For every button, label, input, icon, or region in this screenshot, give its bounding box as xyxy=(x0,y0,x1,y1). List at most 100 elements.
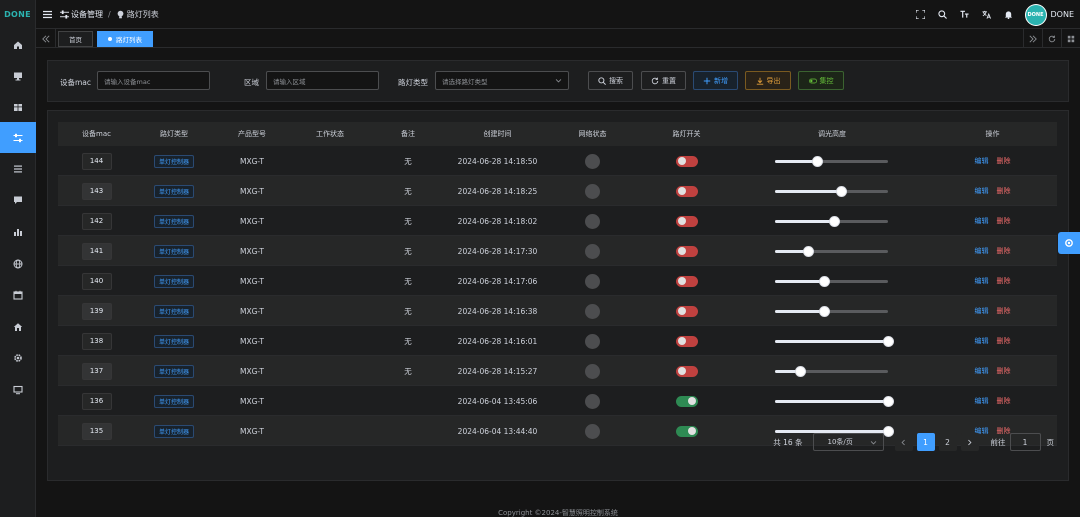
next-page-button[interactable] xyxy=(960,433,979,451)
cell-type: 单灯控制器 xyxy=(135,146,213,176)
sidebar-item-bar-chart[interactable] xyxy=(0,216,36,247)
lamp-switch-toggle[interactable] xyxy=(675,395,698,407)
delete-link[interactable]: 删除 xyxy=(997,156,1011,166)
lamp-switch-toggle[interactable] xyxy=(675,365,698,377)
dimming-slider[interactable] xyxy=(775,156,888,167)
delete-link[interactable]: 删除 xyxy=(997,336,1011,346)
type-select[interactable]: 请选择路灯类型 xyxy=(435,71,569,90)
delete-link[interactable]: 删除 xyxy=(997,246,1011,256)
lamp-switch-toggle[interactable] xyxy=(675,185,698,197)
delete-link[interactable]: 删除 xyxy=(997,306,1011,316)
tabs-scroll-left-icon[interactable] xyxy=(36,29,56,48)
dimming-slider-thumb[interactable] xyxy=(818,276,830,287)
dimming-slider[interactable] xyxy=(775,246,888,257)
mac-input[interactable]: 请输入设备mac xyxy=(97,71,210,90)
sidebar-item-gear[interactable] xyxy=(0,342,36,373)
edit-link[interactable]: 编辑 xyxy=(975,156,989,166)
sidebar-item-house[interactable] xyxy=(0,311,36,342)
search-icon xyxy=(598,76,606,85)
area-input[interactable]: 请输入区域 xyxy=(266,71,379,90)
dimming-slider[interactable] xyxy=(775,306,888,317)
delete-link[interactable]: 删除 xyxy=(997,396,1011,406)
cell-remark: 无 xyxy=(404,186,412,196)
dimming-slider-thumb[interactable] xyxy=(794,366,806,377)
goto-page-input[interactable]: 1 xyxy=(1009,433,1041,451)
dimming-slider-thumb[interactable] xyxy=(811,156,823,167)
edit-link[interactable]: 编辑 xyxy=(975,186,989,196)
dimming-slider-thumb[interactable] xyxy=(883,396,894,407)
sidebar-item-message[interactable] xyxy=(0,184,36,215)
dimming-slider-thumb[interactable] xyxy=(883,336,894,347)
search-icon[interactable] xyxy=(933,5,953,25)
settings-float-button[interactable] xyxy=(1058,232,1080,254)
fullscreen-icon[interactable] xyxy=(911,5,931,25)
reset-button[interactable]: 重置 xyxy=(641,71,686,90)
column-header: 调光高度 xyxy=(818,130,846,138)
dimming-slider-thumb[interactable] xyxy=(802,246,814,257)
switch-knob xyxy=(677,157,686,165)
dimming-slider[interactable] xyxy=(775,186,888,197)
lamp-switch-toggle[interactable] xyxy=(675,275,698,287)
grid-menu-icon[interactable] xyxy=(1061,29,1080,48)
page-1-button[interactable]: 1 xyxy=(916,433,935,451)
dimming-slider[interactable] xyxy=(775,216,888,227)
sidebar-item-desktop[interactable] xyxy=(0,374,36,405)
lamp-switch-toggle[interactable] xyxy=(675,305,698,317)
dimming-slider[interactable] xyxy=(775,276,888,287)
dimming-slider-thumb[interactable] xyxy=(818,306,830,317)
edit-link[interactable]: 编辑 xyxy=(975,216,989,226)
delete-link[interactable]: 删除 xyxy=(997,186,1011,196)
delete-link[interactable]: 删除 xyxy=(997,276,1011,286)
avatar[interactable]: DONE xyxy=(1024,3,1047,26)
lamp-switch-toggle[interactable] xyxy=(675,245,698,257)
pagination-total: 共 16 条 xyxy=(773,437,803,447)
edit-link[interactable]: 编辑 xyxy=(975,396,989,406)
edit-link[interactable]: 编辑 xyxy=(975,366,989,376)
dimming-slider[interactable] xyxy=(775,366,888,377)
dimming-slider[interactable] xyxy=(775,396,894,407)
list-icon xyxy=(13,164,23,174)
tab-lamp-list[interactable]: 路灯列表 xyxy=(97,31,153,47)
user-name[interactable]: DONE xyxy=(1051,10,1075,19)
tabs-scroll-right-icon[interactable] xyxy=(1023,29,1042,48)
sidebar-item-list[interactable] xyxy=(0,153,36,184)
translate-icon[interactable] xyxy=(977,5,997,25)
edit-link[interactable]: 编辑 xyxy=(975,306,989,316)
edit-link[interactable]: 编辑 xyxy=(975,336,989,346)
page-2-button[interactable]: 2 xyxy=(938,433,957,451)
edit-link[interactable]: 编辑 xyxy=(975,246,989,256)
sidebar-item-sliders[interactable] xyxy=(0,122,36,153)
desktop-icon xyxy=(13,385,23,395)
delete-link[interactable]: 删除 xyxy=(997,366,1011,376)
sidebar-item-monitor[interactable] xyxy=(0,60,36,91)
hamburger-icon[interactable] xyxy=(42,9,52,19)
control-button[interactable]: 集控 xyxy=(798,71,844,90)
font-size-icon[interactable] xyxy=(955,5,975,25)
sidebar-item-box[interactable] xyxy=(0,91,36,122)
refresh-icon[interactable] xyxy=(1042,29,1061,48)
bell-icon[interactable] xyxy=(999,5,1019,25)
sidebar-item-calendar[interactable] xyxy=(0,279,36,310)
lamp-switch-toggle[interactable] xyxy=(675,335,698,347)
prev-page-button[interactable] xyxy=(894,433,913,451)
lamp-switch-toggle[interactable] xyxy=(675,215,698,227)
breadcrumb-parent[interactable]: 设备管理 xyxy=(60,9,103,20)
edit-link[interactable]: 编辑 xyxy=(975,276,989,286)
cell-switch xyxy=(637,176,736,206)
search-button[interactable]: 搜索 xyxy=(588,71,633,90)
export-button[interactable]: 导出 xyxy=(745,71,791,90)
sidebar-item-home[interactable] xyxy=(0,29,36,60)
sidebar-item-globe[interactable] xyxy=(0,248,36,279)
tab-home[interactable]: 首页 xyxy=(58,31,93,47)
lamp-switch-toggle[interactable] xyxy=(675,425,698,437)
cell-status xyxy=(291,416,369,446)
dimming-slider-wrap xyxy=(775,356,888,386)
dimming-slider-thumb[interactable] xyxy=(828,216,840,227)
dimming-slider[interactable] xyxy=(775,336,894,347)
type-tag: 单灯控制器 xyxy=(153,214,194,228)
add-button[interactable]: 新增 xyxy=(693,71,738,90)
delete-link[interactable]: 删除 xyxy=(997,216,1011,226)
dimming-slider-thumb[interactable] xyxy=(835,186,847,197)
lamp-switch-toggle[interactable] xyxy=(675,155,698,167)
page-size-select[interactable]: 10条/页 xyxy=(812,433,884,451)
